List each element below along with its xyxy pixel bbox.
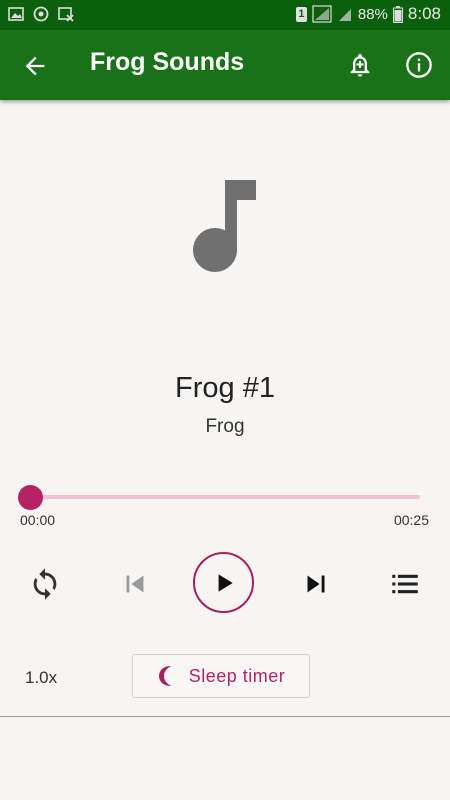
back-arrow-icon[interactable] — [21, 52, 49, 80]
status-time: 8:08 — [407, 4, 441, 23]
app-bar: Frog Sounds — [0, 30, 450, 100]
status-bar: 1 88% 8:08 — [0, 0, 450, 30]
skip-next-icon[interactable] — [299, 567, 333, 601]
playback-speed[interactable]: 1.0x — [25, 668, 57, 688]
info-icon[interactable] — [405, 51, 433, 79]
track-artist: Frog — [205, 416, 245, 437]
music-note-icon — [193, 180, 256, 272]
play-icon — [218, 573, 233, 592]
signal-bars-icon — [338, 9, 351, 21]
target-icon — [33, 6, 49, 22]
sleep-timer-button[interactable]: Sleep timer — [132, 654, 310, 698]
image-icon — [8, 7, 24, 21]
moon-icon — [158, 666, 171, 686]
seek-thumb[interactable] — [18, 485, 43, 510]
page-title: Frog Sounds — [90, 48, 245, 76]
duration: 00:25 — [393, 512, 429, 528]
repeat-icon[interactable] — [28, 567, 62, 601]
sleep-timer-label: Sleep timer — [188, 665, 286, 686]
image-x-icon — [58, 7, 74, 22]
play-button[interactable] — [193, 552, 254, 613]
battery-icon — [392, 5, 403, 23]
skip-previous-icon[interactable] — [118, 567, 152, 601]
seek-bar[interactable] — [30, 495, 420, 499]
battery-percent: 88% — [357, 5, 388, 23]
sim-icon: 1 — [295, 6, 307, 22]
signal-icon — [312, 5, 332, 23]
add-alarm-icon[interactable] — [346, 51, 374, 79]
current-time: 00:00 — [20, 512, 56, 528]
playlist-icon[interactable] — [388, 567, 422, 601]
track-title: Frog #1 — [175, 372, 275, 404]
divider — [0, 716, 450, 717]
